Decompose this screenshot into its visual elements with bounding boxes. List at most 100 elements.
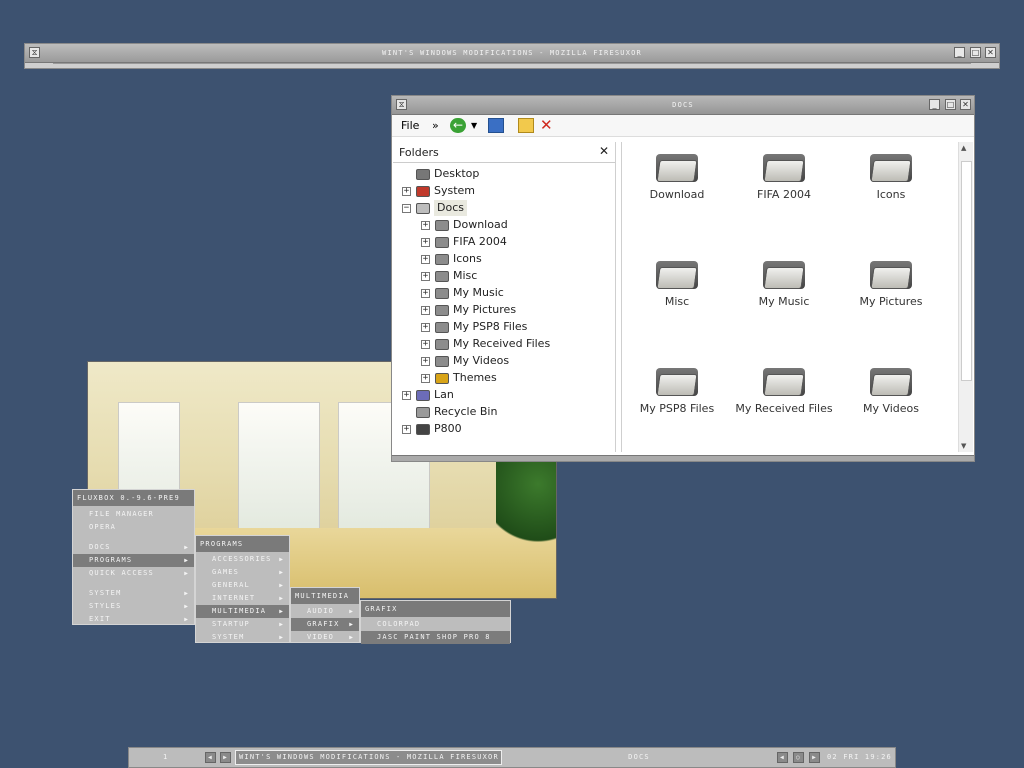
expand-icon[interactable]: + [421, 221, 430, 230]
file-item-my-music[interactable]: My Music [734, 257, 834, 308]
minimize-icon[interactable]: _ [929, 99, 940, 110]
tree-item-system[interactable]: + System [393, 183, 613, 199]
browser-title[interactable]: Wint's Windows Modifications - Mozilla F… [25, 44, 999, 63]
tree-item-my-pictures[interactable]: + My Pictures [393, 302, 613, 318]
menu-item-startup[interactable]: startup ▶ [196, 618, 289, 631]
folder-icon [656, 150, 698, 184]
task-button-browser[interactable]: Wint's Windows Modifications - Mozilla F… [235, 750, 502, 765]
tree-item-fifa-2004[interactable]: + FIFA 2004 [393, 234, 613, 250]
menu-item-label: exit [89, 615, 111, 623]
next-window-icon[interactable]: ▶ [809, 752, 820, 763]
tree-item-label: System [434, 184, 476, 197]
menu-item-multimedia[interactable]: multimedia ▶ [196, 605, 289, 618]
file-item-my-received-files[interactable]: My Received Files [734, 364, 834, 415]
tree-item-my-psp8-files[interactable]: + My PSP8 Files [393, 319, 613, 335]
expand-icon[interactable]: + [421, 289, 430, 298]
window-handle[interactable] [53, 63, 971, 68]
menu-item-exit[interactable]: exit ▶ [73, 613, 194, 626]
maximize-icon[interactable]: □ [945, 99, 956, 110]
file-item-my-videos[interactable]: My Videos [841, 364, 941, 415]
docs-window[interactable]: Docs ⧖ _ □ ✕ File » ← ▼ ✕ Folders ✕ Desk… [391, 95, 975, 462]
vertical-scrollbar[interactable]: ▲ ▼ [958, 142, 973, 452]
tree-item-desktop[interactable]: Desktop [393, 166, 613, 182]
resize-handle[interactable] [392, 455, 974, 461]
tree-item-download[interactable]: + Download [393, 217, 613, 233]
expand-icon[interactable]: + [402, 425, 411, 434]
expand-icon[interactable]: + [421, 255, 430, 264]
expand-icon[interactable]: + [402, 391, 411, 400]
expand-icon[interactable]: + [421, 238, 430, 247]
expand-icon[interactable]: + [421, 374, 430, 383]
close-icon[interactable]: ✕ [985, 47, 996, 58]
menu-item-accessories[interactable]: accessories ▶ [196, 553, 289, 566]
back-arrow-icon[interactable]: ← [450, 118, 466, 133]
menu-item-system[interactable]: system ▶ [73, 587, 194, 600]
docs-title[interactable]: Docs [392, 96, 974, 115]
submenu-arrow-icon: ▶ [279, 569, 284, 576]
tree-item-p800[interactable]: + P800 [393, 421, 613, 437]
menu-item-internet[interactable]: internet ▶ [196, 592, 289, 605]
folder-move-icon[interactable] [518, 118, 534, 133]
window-menu-icon[interactable]: ⧖ [396, 99, 407, 110]
scroll-up-icon[interactable]: ▲ [961, 144, 966, 152]
menu-item-colorpad[interactable]: colorpad [361, 618, 510, 631]
expand-icon[interactable]: + [421, 306, 430, 315]
tree-item-misc[interactable]: + Misc [393, 268, 613, 284]
menu-item-general[interactable]: general ▶ [196, 579, 289, 592]
file-menu[interactable]: File [401, 118, 419, 133]
menu-item-jasc-paint-shop-pro[interactable]: jasc paint shop pro 8 [361, 631, 510, 644]
tree-item-recycle-bin[interactable]: Recycle Bin [393, 404, 613, 420]
close-icon[interactable]: ✕ [960, 99, 971, 110]
tree-item-icons[interactable]: + Icons [393, 251, 613, 267]
expand-icon[interactable]: + [421, 323, 430, 332]
file-item-my-pictures[interactable]: My Pictures [841, 257, 941, 308]
prev-window-icon[interactable]: ◀ [777, 752, 788, 763]
folder-icon [656, 257, 698, 291]
menu-item-docs[interactable]: docs ▶ [73, 541, 194, 554]
expand-icon[interactable]: + [421, 340, 430, 349]
file-item-my-psp8-files[interactable]: My PSP8 Files [627, 364, 727, 415]
task-button-docs[interactable]: Docs [509, 750, 769, 765]
expand-icon[interactable]: + [402, 187, 411, 196]
menu-item-programs[interactable]: programs ▶ [73, 554, 194, 567]
next-workspace-icon[interactable]: ▶ [220, 752, 231, 763]
expand-icon[interactable]: + [421, 357, 430, 366]
menu-item-file-manager[interactable]: file manager [73, 508, 194, 521]
expand-icon[interactable]: + [421, 272, 430, 281]
file-item-label: My Received Files [735, 402, 833, 415]
file-item-icons[interactable]: Icons [841, 150, 941, 201]
views-icon[interactable] [488, 118, 504, 133]
file-item-download[interactable]: Download [627, 150, 727, 201]
file-view: Download FIFA 2004 Icons Misc My Music My Pic… [621, 142, 974, 452]
menu-item-system[interactable]: system ▶ [196, 631, 289, 644]
scroll-down-icon[interactable]: ▼ [961, 442, 966, 450]
tree-item-my-videos[interactable]: + My Videos [393, 353, 613, 369]
menu-item-games[interactable]: games ▶ [196, 566, 289, 579]
tree-item-lan[interactable]: + Lan [393, 387, 613, 403]
chevron-icon[interactable]: » [432, 118, 439, 133]
file-item-fifa-2004[interactable]: FIFA 2004 [734, 150, 834, 201]
window-icon[interactable]: ○ [793, 752, 804, 763]
scroll-thumb[interactable] [961, 161, 972, 381]
menu-item-opera[interactable]: opera [73, 521, 194, 534]
tree-item-my-music[interactable]: + My Music [393, 285, 613, 301]
tree-item-docs[interactable]: − Docs [393, 200, 613, 216]
file-item-misc[interactable]: Misc [627, 257, 727, 308]
menu-item-styles[interactable]: styles ▶ [73, 600, 194, 613]
menu-item-video[interactable]: video ▶ [291, 631, 359, 644]
window-menu-icon[interactable]: ⧖ [29, 47, 40, 58]
prev-workspace-icon[interactable]: ◀ [205, 752, 216, 763]
delete-icon[interactable]: ✕ [540, 118, 553, 133]
close-pane-icon[interactable]: ✕ [599, 144, 609, 158]
folder-icon [870, 150, 912, 184]
minimize-icon[interactable]: _ [954, 47, 965, 58]
maximize-icon[interactable]: □ [970, 47, 981, 58]
menu-item-grafix[interactable]: grafix ▶ [291, 618, 359, 631]
menu-item-quick-access[interactable]: quick access ▶ [73, 567, 194, 580]
browser-window[interactable]: Wint's Windows Modifications - Mozilla F… [24, 43, 1000, 69]
tree-item-my-received-files[interactable]: + My Received Files [393, 336, 613, 352]
collapse-icon[interactable]: − [402, 204, 411, 213]
tree-item-themes[interactable]: + Themes [393, 370, 613, 386]
menu-item-audio[interactable]: audio ▶ [291, 605, 359, 618]
dropdown-arrow-icon[interactable]: ▼ [471, 118, 477, 133]
